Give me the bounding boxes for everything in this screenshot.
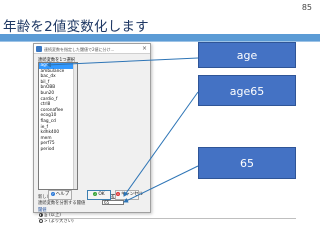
- radio-gt-label: > (より大きい): [44, 219, 74, 224]
- app-icon: [36, 46, 42, 52]
- threshold-dialog: 連続変数を指定した閾値で2値に分け... × 連続変数を1つ選択 age amb…: [33, 43, 151, 224]
- check-icon: ✓: [93, 191, 98, 196]
- list-item[interactable]: period: [39, 147, 77, 153]
- help-button[interactable]: ? ヘルプ: [48, 190, 72, 200]
- ok-button[interactable]: ✓ OK: [87, 190, 111, 200]
- close-icon[interactable]: ×: [142, 45, 147, 52]
- callout-age65: age65: [198, 75, 296, 106]
- radio-unselected-icon[interactable]: [39, 218, 43, 223]
- dialog-title: 連続変数を指定した閾値で2値に分け...: [44, 46, 115, 52]
- threshold-field[interactable]: 65: [102, 200, 124, 205]
- radio-selected-icon[interactable]: [39, 212, 43, 217]
- callout-65: 65: [198, 147, 296, 179]
- help-icon: ?: [50, 191, 55, 196]
- dialog-titlebar: 連続変数を指定した閾値で2値に分け... ×: [34, 44, 150, 54]
- footer-rule: [38, 218, 296, 219]
- title-underline-bar: [0, 34, 320, 41]
- cancel-button-label: キャンセル: [121, 192, 143, 197]
- radio-ge[interactable]: ≧ (以上): [39, 212, 109, 218]
- ok-button-label: OK: [98, 192, 105, 197]
- list-scrollbar[interactable]: [73, 63, 77, 189]
- threshold-label: 連続変数を分割する閾値: [38, 201, 86, 206]
- cancel-icon: ×: [116, 191, 120, 196]
- cancel-button[interactable]: × キャンセル: [115, 190, 143, 200]
- callout-age: age: [198, 42, 296, 68]
- variable-list[interactable]: age ambulance bac_dx bil_f bnOBB bun20 c…: [38, 62, 78, 190]
- slide-title: 年齢を2値変数化します: [3, 19, 149, 35]
- slide-number: 85: [301, 3, 312, 12]
- help-button-label: ヘルプ: [55, 192, 70, 197]
